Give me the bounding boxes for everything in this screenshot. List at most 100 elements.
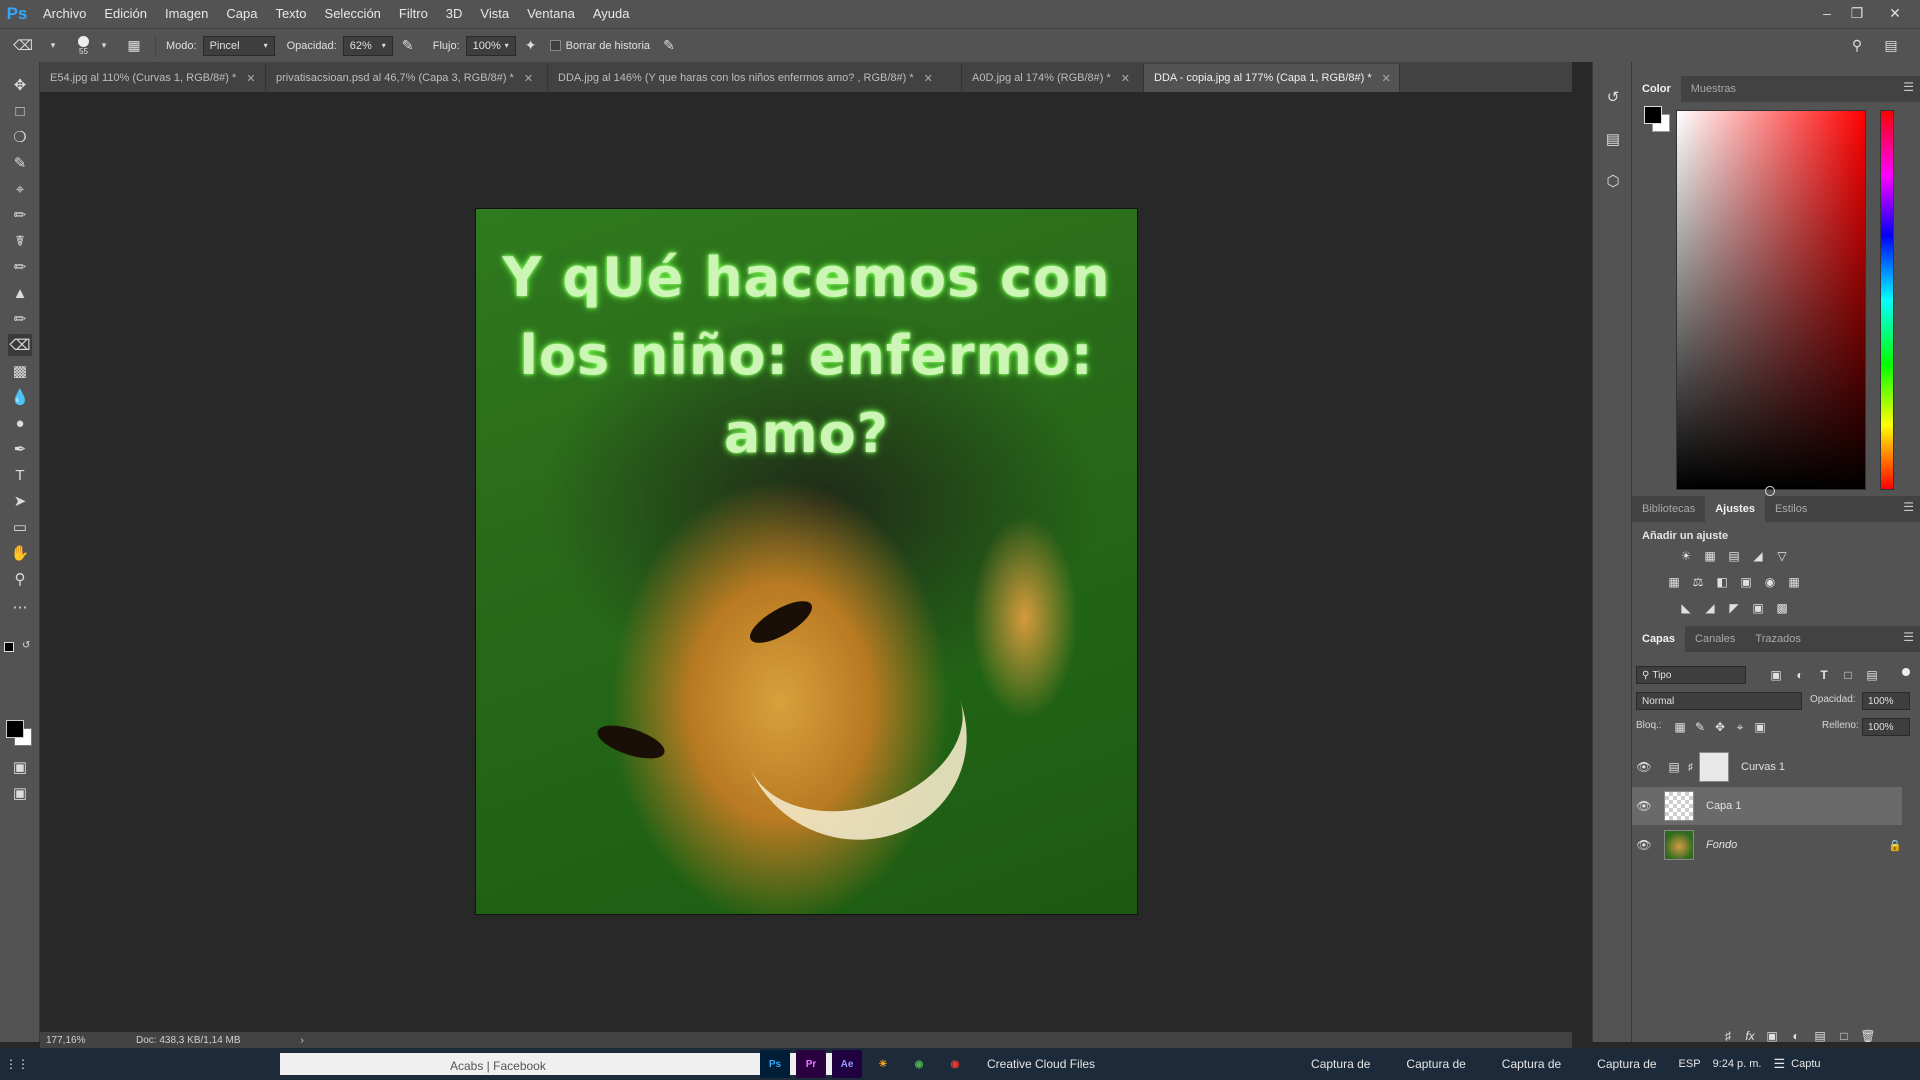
- color-balance-icon[interactable]: ◧: [1714, 575, 1730, 589]
- chrome-icon[interactable]: ◉: [940, 1050, 970, 1078]
- tab-trazados[interactable]: Trazados: [1745, 626, 1810, 652]
- filter-smart-object-icon[interactable]: ▤: [1864, 668, 1880, 682]
- lock-position-icon[interactable]: ✥: [1712, 720, 1728, 734]
- zoom-level[interactable]: 177,16%: [46, 1035, 136, 1046]
- filter-toggle-icon[interactable]: [1902, 668, 1910, 676]
- tab-color[interactable]: Color: [1632, 76, 1681, 102]
- rectangle-tool-icon[interactable]: ▭: [8, 516, 32, 538]
- menu-ayuda[interactable]: Ayuda: [584, 0, 639, 28]
- clock[interactable]: 9:24 p. m.: [1713, 1058, 1762, 1070]
- tab-ajustes[interactable]: Ajustes: [1705, 496, 1765, 522]
- close-icon[interactable]: ✕: [1121, 72, 1130, 85]
- dodge-tool-icon[interactable]: ●: [8, 412, 32, 434]
- 3d-panel-icon[interactable]: ⬡: [1602, 170, 1624, 192]
- lock-artboard-icon[interactable]: ⌖: [1732, 720, 1748, 734]
- tab-bibliotecas[interactable]: Bibliotecas: [1632, 496, 1705, 522]
- fill-field[interactable]: 100%: [1862, 718, 1910, 736]
- panel-menu-icon[interactable]: ☰: [1903, 80, 1914, 94]
- layer-opacity-field[interactable]: 100%: [1862, 692, 1910, 710]
- mode-select[interactable]: Pincel ▾: [202, 35, 275, 56]
- move-tool-icon[interactable]: ✥: [8, 74, 32, 96]
- exposure-icon[interactable]: ◢: [1750, 549, 1766, 563]
- menu-imagen[interactable]: Imagen: [156, 0, 217, 28]
- tab-dda[interactable]: DDA.jpg al 146% (Y que haras con los niñ…: [548, 64, 962, 92]
- foreground-color-swatch[interactable]: [1644, 106, 1662, 124]
- marquee-tool-icon[interactable]: □: [8, 100, 32, 122]
- brush-size-picker[interactable]: 55: [78, 35, 89, 56]
- tab-a0d[interactable]: A0D.jpg al 174% (RGB/8#) * ✕: [962, 64, 1144, 92]
- screen-mode-icon[interactable]: ▣: [8, 782, 32, 804]
- lasso-tool-icon[interactable]: ❍: [8, 126, 32, 148]
- flow-field[interactable]: 100% ▾: [465, 35, 516, 56]
- capture-window-button[interactable]: Captura de: [1579, 1057, 1674, 1071]
- language-indicator[interactable]: ESP: [1679, 1058, 1701, 1070]
- invert-icon[interactable]: ◣: [1678, 601, 1694, 615]
- hand-tool-icon[interactable]: ✋: [8, 542, 32, 564]
- close-icon[interactable]: ✕: [1382, 72, 1391, 85]
- foreground-color-swatch[interactable]: [6, 720, 24, 738]
- chevron-right-icon[interactable]: ›: [301, 1035, 304, 1046]
- menu-filtro[interactable]: Filtro: [390, 0, 437, 28]
- layer-mask-thumbnail[interactable]: [1699, 752, 1729, 782]
- capture-window-button[interactable]: Captu: [1785, 1058, 1820, 1070]
- document-canvas[interactable]: Y qUé hacemos con los niño: enfermo: amo…: [475, 208, 1138, 915]
- history-brush-tool-icon[interactable]: ✏: [8, 308, 32, 330]
- filter-adjustment-icon[interactable]: ◐: [1792, 668, 1808, 682]
- task-view-icon[interactable]: ⋮⋮: [0, 1057, 34, 1071]
- eraser-tool-icon[interactable]: ⌫: [8, 334, 32, 356]
- color-field[interactable]: [1676, 110, 1866, 496]
- threshold-icon[interactable]: ◤: [1726, 601, 1742, 615]
- levels-icon[interactable]: ▦: [1702, 549, 1718, 563]
- photo-filter-icon[interactable]: ◉: [1762, 575, 1778, 589]
- erase-history-checkbox[interactable]: [549, 40, 561, 51]
- color-picker-marker[interactable]: [1765, 486, 1775, 496]
- menu-vista[interactable]: Vista: [471, 0, 518, 28]
- capture-window-button[interactable]: Captura de: [1388, 1057, 1483, 1071]
- gradient-map-icon[interactable]: ▽: [1774, 549, 1790, 563]
- lock-icon[interactable]: 🔒: [1888, 839, 1902, 852]
- brush-tool-icon[interactable]: ✏: [8, 256, 32, 278]
- properties-panel-icon[interactable]: ▤: [1602, 128, 1624, 150]
- app-icon[interactable]: ☀: [868, 1050, 898, 1078]
- link-icon[interactable]: ♯: [1688, 762, 1693, 773]
- blur-tool-icon[interactable]: 💧: [8, 386, 32, 408]
- eye-icon[interactable]: 👁: [1632, 799, 1656, 813]
- pressure-size-icon[interactable]: ✎: [658, 35, 680, 57]
- tab-estilos[interactable]: Estilos: [1765, 496, 1817, 522]
- black-white-icon[interactable]: ▣: [1738, 575, 1754, 589]
- layer-row[interactable]: 👁 Capa 1: [1632, 787, 1902, 825]
- lock-pixels-icon[interactable]: ✎: [1692, 720, 1708, 734]
- channel-mixer-icon[interactable]: ▦: [1786, 575, 1802, 589]
- search-icon[interactable]: ⚲: [1846, 35, 1868, 57]
- filter-shape-icon[interactable]: □: [1840, 668, 1856, 682]
- healing-brush-tool-icon[interactable]: ☤: [8, 230, 32, 252]
- close-icon[interactable]: ✕: [924, 72, 933, 85]
- eraser-tool-preset-icon[interactable]: ⌫: [12, 35, 34, 57]
- opacity-field[interactable]: 62% ▾: [342, 35, 393, 56]
- photoshop-taskbar-button[interactable]: Ps: [760, 1050, 790, 1078]
- posterize-icon[interactable]: ◢: [1702, 601, 1718, 615]
- pressure-opacity-icon[interactable]: ✎: [397, 35, 419, 57]
- menu-capa[interactable]: Capa: [217, 0, 266, 28]
- more-tools-icon[interactable]: ⋯: [8, 596, 32, 618]
- minimize-icon[interactable]: –: [1812, 0, 1842, 28]
- add-mask-icon[interactable]: ▣: [1764, 1029, 1780, 1043]
- layer-filter-select[interactable]: ⚲ Tipo: [1636, 666, 1746, 684]
- cc-files-taskbar-button[interactable]: Creative Cloud Files: [973, 1057, 1113, 1071]
- eye-icon[interactable]: 👁: [1632, 760, 1656, 774]
- vibrance-icon[interactable]: ▦: [1666, 575, 1682, 589]
- swap-colors-icon[interactable]: ↺: [22, 640, 30, 651]
- type-tool-icon[interactable]: T: [8, 464, 32, 486]
- zoom-tool-icon[interactable]: ⚲: [8, 568, 32, 590]
- tab-dda-copia[interactable]: DDA - copia.jpg al 177% (Capa 1, RGB/8#)…: [1144, 64, 1400, 92]
- capture-window-button[interactable]: Captura de: [1484, 1057, 1579, 1071]
- path-selection-tool-icon[interactable]: ➤: [8, 490, 32, 512]
- menu-seleccion[interactable]: Selección: [316, 0, 390, 28]
- hue-slider[interactable]: [1880, 110, 1894, 490]
- notification-icon[interactable]: ☰: [1773, 1056, 1785, 1072]
- restore-icon[interactable]: ❐: [1842, 0, 1872, 28]
- tab-capas[interactable]: Capas: [1632, 626, 1686, 652]
- close-icon[interactable]: ✕: [524, 72, 533, 85]
- tab-privatisacsioan[interactable]: privatisacsioan.psd al 46,7% (Capa 3, RG…: [266, 64, 548, 92]
- close-icon[interactable]: ✕: [1880, 0, 1910, 28]
